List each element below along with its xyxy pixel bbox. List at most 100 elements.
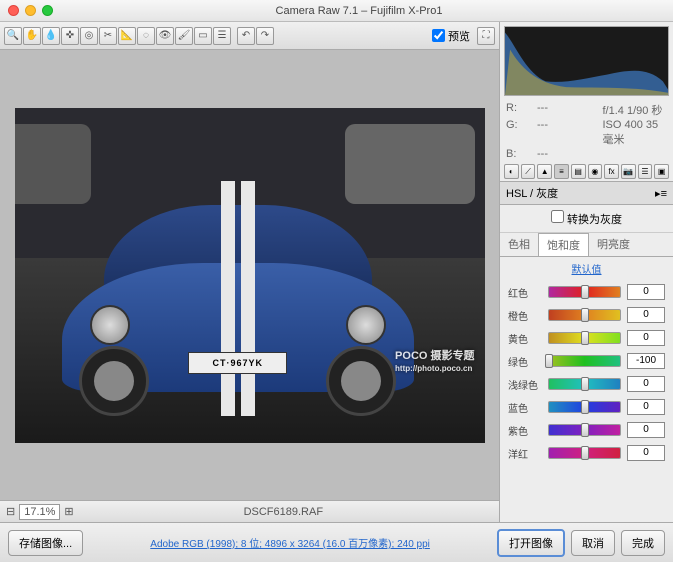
tab-camera-icon[interactable]: 📷 <box>621 164 636 179</box>
window-title: Camera Raw 7.1 – Fujifilm X-Pro1 <box>53 5 665 17</box>
tab-fx-icon[interactable]: fx <box>604 164 619 179</box>
zoom-tool-icon[interactable]: 🔍 <box>4 27 22 45</box>
tab-split-icon[interactable]: ▤ <box>571 164 586 179</box>
statusbar: ⊟ 17.1% ⊞ DSCF6189.RAF <box>0 500 499 522</box>
tab-preset-icon[interactable]: ☰ <box>638 164 653 179</box>
slider-label: 黄色 <box>508 331 542 346</box>
slider-row: 黄色 0 <box>508 330 665 346</box>
image-canvas[interactable]: CT·967YK POCO 摄影专题http://photo.poco.cn <box>0 50 499 500</box>
exif-info: R:---f/1.4 1/90 秒 G:---ISO 400 35 毫米 B:-… <box>500 100 673 162</box>
hand-tool-icon[interactable]: ✋ <box>23 27 41 45</box>
slider-knob[interactable] <box>581 423 589 437</box>
spot-removal-icon[interactable]: ◌ <box>137 27 155 45</box>
tab-hsl-icon[interactable]: ≡ <box>554 164 569 179</box>
tab-curve-icon[interactable]: ⟋ <box>521 164 536 179</box>
zoom-level[interactable]: 17.1% <box>19 504 60 520</box>
slider-value[interactable]: 0 <box>627 284 665 300</box>
adjust-brush-icon[interactable]: 🖌 <box>175 27 193 45</box>
slider-track[interactable] <box>548 309 621 321</box>
zoom-icon[interactable] <box>42 5 53 16</box>
convert-grayscale[interactable]: 转换为灰度 <box>500 205 673 233</box>
slider-label: 浅绿色 <box>508 377 542 392</box>
preview-toggle[interactable]: 预览 ⛶ <box>432 27 495 45</box>
slider-knob[interactable] <box>581 400 589 414</box>
slider-value[interactable]: 0 <box>627 376 665 392</box>
tab-lens-icon[interactable]: ◉ <box>588 164 603 179</box>
filename: DSCF6189.RAF <box>74 506 493 518</box>
panel-tabs: ◐ ⟋ ▲ ≡ ▤ ◉ fx 📷 ☰ ▣ <box>500 162 673 182</box>
slider-value[interactable]: -100 <box>627 353 665 369</box>
slider-track[interactable] <box>548 286 621 298</box>
panel-menu-icon[interactable]: ▸≡ <box>655 187 667 200</box>
slider-row: 红色 0 <box>508 284 665 300</box>
slider-track[interactable] <box>548 424 621 436</box>
straighten-icon[interactable]: 📐 <box>118 27 136 45</box>
default-link[interactable]: 默认值 <box>500 257 673 280</box>
slider-label: 绿色 <box>508 354 542 369</box>
right-panel: R:---f/1.4 1/90 秒 G:---ISO 400 35 毫米 B:-… <box>500 22 673 522</box>
color-sampler-icon[interactable]: ✜ <box>61 27 79 45</box>
slider-label: 洋红 <box>508 446 542 461</box>
slider-row: 洋红 0 <box>508 445 665 461</box>
panel-header: HSL / 灰度▸≡ <box>500 182 673 205</box>
minimize-icon[interactable] <box>25 5 36 16</box>
slider-knob[interactable] <box>545 354 553 368</box>
tab-detail-icon[interactable]: ▲ <box>537 164 552 179</box>
slider-label: 蓝色 <box>508 400 542 415</box>
target-adjust-icon[interactable]: ◎ <box>80 27 98 45</box>
footer: 存储图像... Adobe RGB (1998); 8 位; 4896 x 32… <box>0 522 673 562</box>
zoom-out-icon[interactable]: ⊟ <box>6 505 15 518</box>
slider-knob[interactable] <box>581 308 589 322</box>
white-balance-icon[interactable]: 💧 <box>42 27 60 45</box>
slider-knob[interactable] <box>581 446 589 460</box>
slider-label: 红色 <box>508 285 542 300</box>
license-plate: CT·967YK <box>188 352 287 374</box>
slider-track[interactable] <box>548 355 621 367</box>
titlebar: Camera Raw 7.1 – Fujifilm X-Pro1 <box>0 0 673 22</box>
slider-knob[interactable] <box>581 377 589 391</box>
redeye-icon[interactable]: 👁 <box>156 27 174 45</box>
grad-filter-icon[interactable]: ▭ <box>194 27 212 45</box>
open-button[interactable]: 打开图像 <box>497 529 565 557</box>
slider-row: 紫色0 <box>508 422 665 438</box>
toolbar: 🔍 ✋ 💧 ✜ ◎ ✂ 📐 ◌ 👁 🖌 ▭ ☰ ↶ ↷ 预览 ⛶ <box>0 22 499 50</box>
preview-label: 预览 <box>448 28 470 44</box>
slider-knob[interactable] <box>581 285 589 299</box>
slider-value[interactable]: 0 <box>627 422 665 438</box>
prefs-icon[interactable]: ☰ <box>213 27 231 45</box>
slider-track[interactable] <box>548 332 621 344</box>
zoom-in-icon[interactable]: ⊞ <box>64 505 73 518</box>
save-button[interactable]: 存储图像... <box>8 530 83 556</box>
rotate-cw-icon[interactable]: ↷ <box>256 27 274 45</box>
slider-value[interactable]: 0 <box>627 307 665 323</box>
slider-track[interactable] <box>548 401 621 413</box>
rotate-ccw-icon[interactable]: ↶ <box>237 27 255 45</box>
close-icon[interactable] <box>8 5 19 16</box>
tab-snapshot-icon[interactable]: ▣ <box>654 164 669 179</box>
slider-knob[interactable] <box>581 331 589 345</box>
tab-luminance[interactable]: 明亮度 <box>589 233 638 256</box>
tab-basic-icon[interactable]: ◐ <box>504 164 519 179</box>
histogram[interactable] <box>504 26 669 96</box>
window-controls <box>8 5 53 16</box>
workflow-link[interactable]: Adobe RGB (1998); 8 位; 4896 x 3264 (16.0… <box>89 535 491 550</box>
slider-row: 绿色 -100 <box>508 353 665 369</box>
slider-track[interactable] <box>548 447 621 459</box>
slider-value[interactable]: 0 <box>627 445 665 461</box>
grayscale-checkbox[interactable] <box>551 210 564 223</box>
crop-tool-icon[interactable]: ✂ <box>99 27 117 45</box>
car: CT·967YK <box>62 181 415 416</box>
fullscreen-icon[interactable]: ⛶ <box>477 27 495 45</box>
slider-track[interactable] <box>548 378 621 390</box>
hsl-subtabs: 色相 饱和度 明亮度 <box>500 233 673 257</box>
sliders-group: 红色0橙色0黄色0绿色-100浅绿色0蓝色0紫色0洋红0 <box>500 280 673 472</box>
slider-value[interactable]: 0 <box>627 330 665 346</box>
cancel-button[interactable]: 取消 <box>571 530 615 556</box>
tab-hue[interactable]: 色相 <box>500 233 538 256</box>
tab-saturation[interactable]: 饱和度 <box>538 233 589 256</box>
preview-checkbox[interactable] <box>432 29 445 42</box>
slider-row: 橙色0 <box>508 307 665 323</box>
slider-value[interactable]: 0 <box>627 399 665 415</box>
done-button[interactable]: 完成 <box>621 530 665 556</box>
slider-row: 蓝色 0 <box>508 399 665 415</box>
